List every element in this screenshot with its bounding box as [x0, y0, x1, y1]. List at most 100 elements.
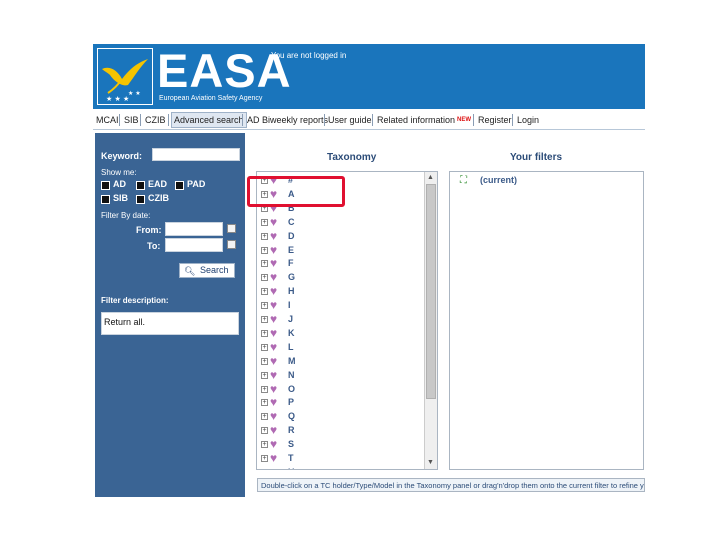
- taxonomy-node[interactable]: + ♥ C: [257, 215, 425, 230]
- checkbox-sib[interactable]: [101, 195, 110, 204]
- checkbox-sib-label: SIB: [113, 193, 129, 203]
- expand-icon[interactable]: +: [261, 399, 268, 407]
- scroll-down-arrow-icon[interactable]: ▼: [427, 459, 434, 466]
- expand-icon[interactable]: +: [261, 302, 268, 310]
- taxonomy-node-label: D: [288, 230, 295, 241]
- taxonomy-node-label: O: [288, 383, 296, 394]
- nav-sib[interactable]: SIB: [124, 114, 139, 126]
- checkbox-czib[interactable]: [136, 195, 145, 204]
- taxonomy-node[interactable]: + ♥ H: [257, 285, 425, 299]
- checkbox-ead[interactable]: [136, 181, 145, 190]
- taxonomy-scrollbar[interactable]: ▲ ▼: [424, 172, 437, 469]
- folder-heart-icon: ♥: [270, 270, 278, 285]
- nav-advanced-search[interactable]: Advanced search: [171, 112, 247, 128]
- folder-heart-icon: ♥: [270, 451, 278, 465]
- expand-icon[interactable]: +: [261, 413, 268, 421]
- to-date-input[interactable]: [165, 238, 223, 252]
- nav-login[interactable]: Login: [517, 114, 539, 126]
- expand-icon[interactable]: +: [261, 246, 268, 254]
- main-nav: MCAI SIB CZIB Advanced search AD Biweekl…: [93, 111, 645, 130]
- expand-icon[interactable]: +: [261, 343, 268, 351]
- taxonomy-node[interactable]: + ♥ K: [257, 325, 425, 341]
- scroll-up-arrow-icon[interactable]: ▲: [427, 174, 434, 181]
- nav-separator: [140, 114, 141, 126]
- taxonomy-node[interactable]: + ♥ G: [257, 271, 425, 285]
- expand-icon[interactable]: +: [261, 232, 268, 240]
- instruction-hint: Double-click on a TC holder/Type/Model i…: [257, 478, 645, 492]
- expand-icon[interactable]: +: [261, 288, 268, 296]
- taxonomy-node-label: T: [288, 453, 294, 463]
- taxonomy-node[interactable]: + ♥ F: [257, 257, 425, 271]
- folder-heart-icon: ♥: [270, 228, 278, 243]
- your-filters-panel: ⛶ (current): [449, 171, 644, 470]
- checkbox-ad[interactable]: [101, 181, 110, 190]
- from-label: From:: [136, 225, 162, 235]
- expand-icon[interactable]: +: [261, 274, 268, 282]
- taxonomy-node[interactable]: + ♥ P: [257, 396, 425, 410]
- expand-icon[interactable]: +: [261, 329, 268, 337]
- nav-register[interactable]: Register: [478, 114, 512, 126]
- expand-icon[interactable]: +: [261, 260, 268, 268]
- taxonomy-node[interactable]: + ♥ S: [257, 438, 425, 452]
- taxonomy-node[interactable]: + ♥ I: [257, 299, 425, 313]
- expand-icon[interactable]: +: [261, 427, 268, 435]
- nav-ad-biweekly[interactable]: AD Biweekly reports: [247, 114, 328, 126]
- checkbox-pad[interactable]: [175, 181, 184, 190]
- show-me-label: Show me:: [101, 168, 137, 177]
- search-icon: 🔍︎: [184, 266, 196, 276]
- to-label: To:: [147, 241, 161, 251]
- folder-heart-icon: ♥: [270, 325, 278, 340]
- taxonomy-node[interactable]: + ♥ O: [257, 382, 425, 397]
- filter-description-label: Filter description:: [101, 296, 169, 305]
- nav-separator: [119, 114, 120, 126]
- scrollbar-thumb[interactable]: [426, 184, 436, 399]
- taxonomy-node[interactable]: + ♥ M: [257, 354, 425, 369]
- nav-czib[interactable]: CZIB: [145, 114, 166, 126]
- login-status: You are not logged in: [271, 51, 347, 60]
- folder-heart-icon: ♥: [270, 437, 278, 452]
- taxonomy-node[interactable]: + ♥ E: [257, 243, 425, 258]
- expand-icon[interactable]: +: [261, 468, 268, 469]
- folder-heart-icon: ♥: [270, 423, 278, 438]
- nav-related-information-label: Related information: [377, 115, 456, 125]
- from-date-input[interactable]: [165, 222, 223, 236]
- folder-heart-icon: ♥: [270, 284, 278, 299]
- calendar-icon[interactable]: [227, 240, 236, 249]
- expand-icon[interactable]: +: [261, 371, 268, 379]
- search-button[interactable]: 🔍︎ Search: [179, 263, 235, 278]
- taxonomy-node[interactable]: + ♥ D: [257, 228, 425, 244]
- taxonomy-node[interactable]: + ♥ R: [257, 424, 425, 438]
- taxonomy-node-label: N: [288, 369, 295, 380]
- folder-heart-icon: ♥: [270, 256, 278, 271]
- taxonomy-node-label: F: [288, 258, 294, 269]
- taxonomy-node-label: C: [288, 216, 295, 227]
- svg-text:★ ★: ★ ★: [128, 90, 141, 97]
- filter-tree-icon: ⛶: [460, 175, 467, 186]
- folder-heart-icon: ♥: [270, 298, 278, 313]
- expand-icon[interactable]: +: [261, 385, 268, 393]
- keyword-input[interactable]: [152, 148, 240, 161]
- nav-separator: [168, 114, 169, 126]
- taxonomy-node[interactable]: + ♥ N: [257, 368, 425, 383]
- header: ★ ★ ★ ★ ★ EASA European Aviation Safety …: [93, 44, 645, 109]
- taxonomy-node[interactable]: + ♥ L: [257, 339, 425, 355]
- taxonomy-node[interactable]: + ♥ J: [257, 313, 425, 327]
- taxonomy-node[interactable]: + ♥ Q: [257, 410, 425, 424]
- taxonomy-node-label: I: [288, 300, 291, 311]
- expand-icon[interactable]: +: [261, 357, 268, 365]
- taxonomy-node[interactable]: +♥ U: [257, 465, 425, 469]
- nav-mcai[interactable]: MCAI: [96, 114, 119, 126]
- calendar-icon[interactable]: [227, 224, 236, 233]
- current-filter-node[interactable]: (current): [480, 175, 517, 185]
- nav-user-guide[interactable]: User guide: [328, 114, 372, 126]
- taxonomy-node[interactable]: + ♥ T: [257, 452, 425, 466]
- folder-heart-icon: ♥: [270, 339, 278, 354]
- expand-icon[interactable]: +: [261, 316, 268, 323]
- nav-related-information[interactable]: Related information NEW: [377, 114, 471, 126]
- expand-icon[interactable]: +: [261, 441, 268, 449]
- filter-description-box: Return all.: [101, 312, 239, 335]
- expand-icon[interactable]: +: [261, 218, 268, 226]
- expand-icon[interactable]: +: [261, 455, 268, 462]
- search-panel: Keyword: Show me: AD EAD PAD SIB CZIB Fi…: [95, 133, 245, 497]
- taxonomy-node-label: G: [288, 272, 296, 283]
